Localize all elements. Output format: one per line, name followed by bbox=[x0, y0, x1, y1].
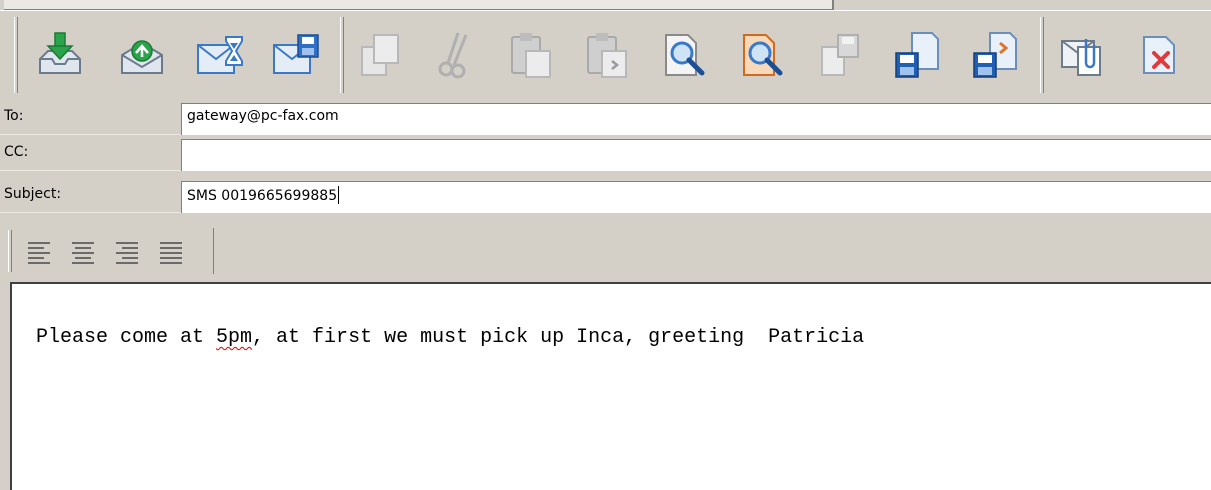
send-later-button[interactable] bbox=[192, 25, 248, 85]
subject-row: Subject: SMS 0019665699885 bbox=[0, 181, 1211, 213]
save-document-button[interactable] bbox=[890, 25, 946, 85]
save-disabled-button[interactable] bbox=[812, 25, 868, 85]
save-export-icon bbox=[973, 32, 1017, 78]
to-row: To: gateway@pc-fax.com bbox=[0, 103, 1211, 135]
subject-field[interactable]: SMS 0019665699885 bbox=[181, 181, 1211, 213]
to-label: To: bbox=[0, 103, 181, 135]
cc-field[interactable] bbox=[181, 139, 1211, 171]
main-toolbar bbox=[0, 10, 1211, 96]
cut-icon bbox=[438, 32, 468, 79]
search-advanced-icon bbox=[743, 34, 783, 76]
paste-icon bbox=[511, 33, 551, 78]
align-right-button[interactable] bbox=[114, 238, 142, 266]
save-export-button[interactable] bbox=[968, 25, 1024, 85]
paste-special-button[interactable] bbox=[580, 25, 636, 85]
format-toolbar-grip[interactable] bbox=[8, 230, 12, 272]
tab-edge bbox=[4, 0, 834, 10]
attach-button[interactable] bbox=[1054, 25, 1110, 85]
format-toolbar bbox=[0, 224, 1211, 276]
toolbar-grip[interactable] bbox=[14, 17, 18, 93]
paste-special-icon bbox=[587, 33, 627, 78]
copy-button[interactable] bbox=[352, 25, 408, 85]
align-left-button[interactable] bbox=[26, 238, 54, 266]
search-button[interactable] bbox=[656, 25, 712, 85]
delete-document-icon bbox=[1143, 36, 1175, 74]
body-text-before: Please come at bbox=[36, 326, 217, 349]
to-field[interactable]: gateway@pc-fax.com bbox=[181, 103, 1211, 135]
subject-value: SMS 0019665699885 bbox=[187, 188, 338, 204]
attach-icon bbox=[1061, 39, 1101, 76]
copy-icon bbox=[361, 34, 399, 76]
subject-label: Subject: bbox=[0, 181, 181, 213]
outbox-send-icon bbox=[121, 40, 163, 74]
advanced-search-button[interactable] bbox=[734, 25, 790, 85]
cc-row: CC: bbox=[0, 139, 1211, 171]
align-group bbox=[8, 228, 214, 274]
receive-button[interactable] bbox=[32, 25, 88, 85]
text-caret bbox=[338, 186, 340, 204]
paste-button[interactable] bbox=[504, 25, 560, 85]
message-body-text: Please come at 5pm, at first we must pic… bbox=[36, 326, 864, 349]
delete-button[interactable] bbox=[1132, 25, 1188, 85]
toolbar-separator bbox=[340, 17, 344, 93]
misspelled-word[interactable]: 5pm bbox=[216, 326, 252, 349]
inbox-receive-icon bbox=[39, 32, 81, 74]
align-justify-button[interactable] bbox=[158, 238, 186, 266]
mail-timer-icon bbox=[197, 36, 243, 74]
save-mail-button[interactable] bbox=[268, 25, 324, 85]
body-text-after: , at first we must pick up Inca, greetin… bbox=[252, 326, 865, 349]
cc-label: CC: bbox=[0, 139, 181, 171]
save-document-icon bbox=[895, 32, 939, 78]
message-body-editor[interactable]: Please come at 5pm, at first we must pic… bbox=[10, 282, 1211, 490]
save-disabled-icon bbox=[821, 34, 859, 76]
mail-save-icon bbox=[273, 34, 319, 74]
align-center-button[interactable] bbox=[70, 238, 98, 266]
window-top-strip bbox=[0, 0, 1211, 10]
toolbar-separator bbox=[1040, 17, 1044, 93]
send-button[interactable] bbox=[114, 25, 170, 85]
search-icon bbox=[665, 34, 705, 76]
cut-button[interactable] bbox=[428, 25, 484, 85]
